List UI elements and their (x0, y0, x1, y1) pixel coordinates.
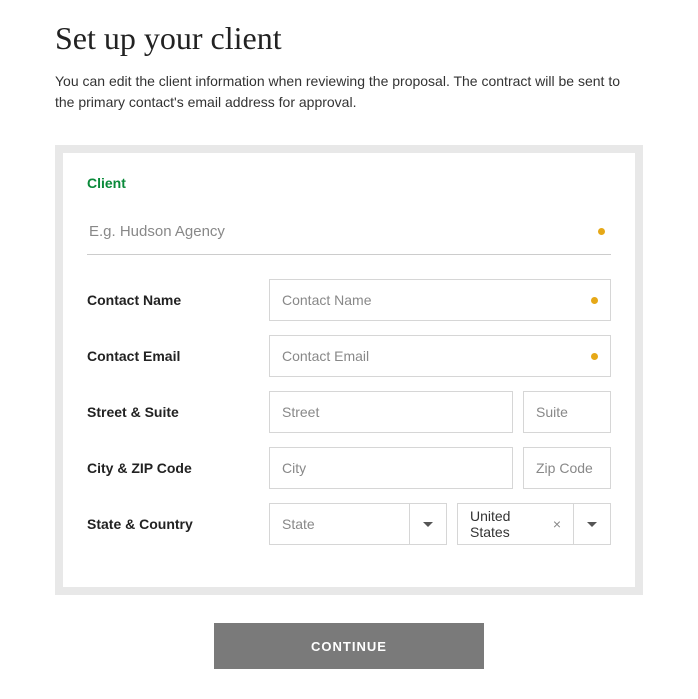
state-country-label: State & Country (87, 516, 259, 532)
country-value: United States (470, 508, 545, 540)
page-title: Set up your client (55, 20, 643, 57)
state-dropdown-button[interactable] (409, 503, 447, 545)
page-subtitle: You can edit the client information when… (55, 71, 643, 113)
contact-name-label: Contact Name (87, 292, 259, 308)
client-name-placeholder: E.g. Hudson Agency (87, 219, 598, 244)
country-select[interactable]: United States × (457, 503, 611, 545)
chevron-down-icon (587, 522, 597, 527)
suite-placeholder: Suite (536, 404, 598, 420)
state-placeholder: State (282, 516, 315, 532)
form-card: Client E.g. Hudson Agency Contact Name C… (63, 153, 635, 587)
street-placeholder: Street (282, 404, 500, 420)
contact-email-input[interactable]: Contact Email (269, 335, 611, 377)
required-dot-icon (598, 228, 605, 235)
section-label-client: Client (87, 175, 611, 191)
zip-input[interactable]: Zip Code (523, 447, 611, 489)
suite-input[interactable]: Suite (523, 391, 611, 433)
city-zip-label: City & ZIP Code (87, 460, 259, 476)
country-dropdown-button[interactable] (573, 503, 611, 545)
city-input[interactable]: City (269, 447, 513, 489)
street-input[interactable]: Street (269, 391, 513, 433)
zip-placeholder: Zip Code (536, 460, 598, 476)
contact-name-input[interactable]: Contact Name (269, 279, 611, 321)
required-dot-icon (591, 297, 598, 304)
clear-country-icon[interactable]: × (545, 516, 561, 532)
form-card-outer: Client E.g. Hudson Agency Contact Name C… (55, 145, 643, 595)
contact-email-placeholder: Contact Email (282, 348, 598, 364)
contact-name-placeholder: Contact Name (282, 292, 598, 308)
client-name-input[interactable]: E.g. Hudson Agency (87, 219, 611, 255)
city-placeholder: City (282, 460, 500, 476)
contact-email-label: Contact Email (87, 348, 259, 364)
required-dot-icon (591, 353, 598, 360)
chevron-down-icon (423, 522, 433, 527)
state-select[interactable]: State (269, 503, 447, 545)
continue-button[interactable]: CONTINUE (214, 623, 484, 669)
street-suite-label: Street & Suite (87, 404, 259, 420)
